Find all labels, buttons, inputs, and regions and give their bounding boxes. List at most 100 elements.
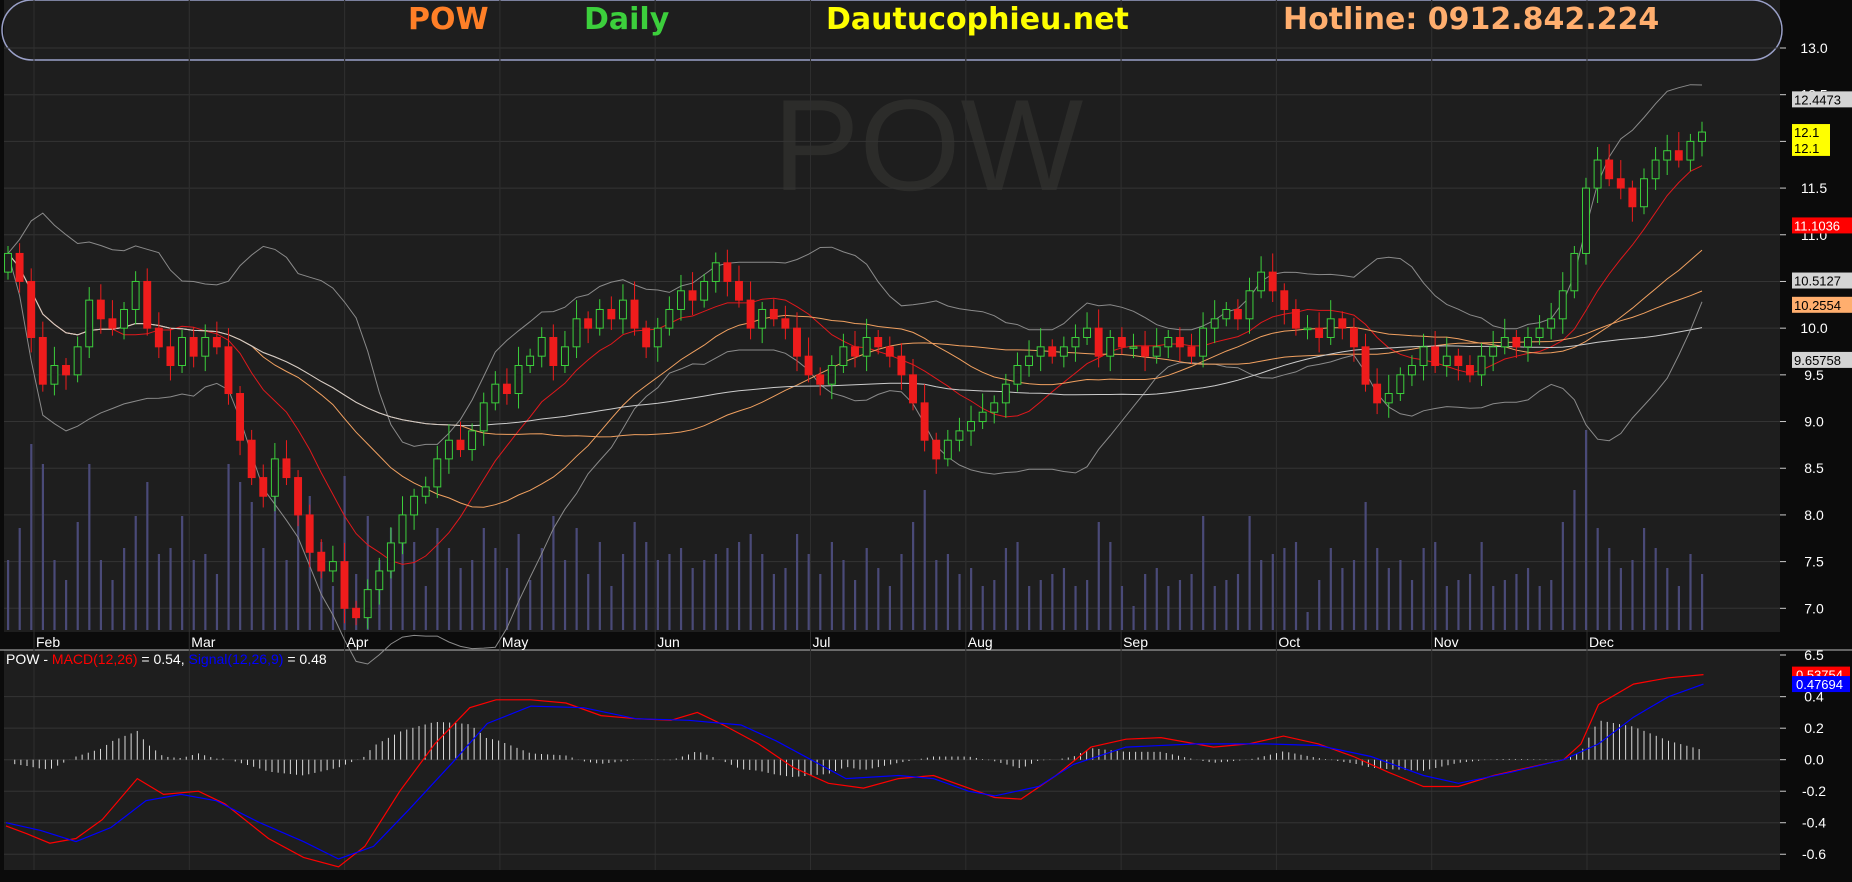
- volume-bar: [784, 568, 787, 630]
- volume-bar: [1341, 568, 1344, 630]
- candle-body: [943, 439, 952, 460]
- candle-body: [1454, 355, 1463, 367]
- month-label: Aug: [968, 634, 993, 650]
- candle-body: [340, 561, 349, 609]
- volume-bar: [679, 548, 683, 630]
- candle-body: [967, 421, 975, 432]
- volume-bar: [1086, 580, 1089, 630]
- candle-body: [120, 308, 128, 329]
- candle-body: [560, 346, 569, 367]
- volume-bar: [1004, 548, 1008, 630]
- candle-body: [1674, 150, 1683, 161]
- candle-body: [1059, 346, 1068, 357]
- volume-bar: [517, 534, 520, 630]
- volume-bar: [30, 444, 33, 630]
- candle-body: [189, 336, 198, 357]
- price-tag-label: 12.4473: [1794, 92, 1841, 107]
- candle-body: [1628, 187, 1637, 208]
- volume-bar: [1062, 568, 1066, 630]
- volume-bar: [1306, 612, 1309, 630]
- candle-body: [73, 346, 82, 376]
- volume-bar: [88, 464, 91, 630]
- volume-bar: [1410, 580, 1414, 630]
- volume-bar: [1538, 586, 1541, 630]
- volume-bar: [993, 580, 996, 630]
- volume-bar: [575, 528, 578, 630]
- volume-bar: [1631, 560, 1634, 630]
- candle-body: [1280, 290, 1289, 310]
- hotline-title: Hotline: 0912.842.224: [1283, 2, 1660, 37]
- volume-bar: [1573, 490, 1576, 630]
- volume-bar: [285, 560, 288, 630]
- volume-bar: [169, 548, 172, 630]
- volume-bar: [1028, 586, 1031, 630]
- month-label: Apr: [347, 634, 369, 650]
- candle-body: [1651, 159, 1660, 180]
- candle-body: [259, 477, 268, 497]
- candle-body: [491, 383, 500, 404]
- symbol-title: POW: [408, 2, 489, 37]
- candle-body: [131, 280, 140, 310]
- volume-bar: [18, 528, 21, 630]
- volume-bar: [1584, 430, 1588, 630]
- volume-bar: [1120, 586, 1124, 630]
- volume-bar: [749, 534, 752, 630]
- volume-bar: [645, 542, 648, 630]
- volume-bar: [691, 568, 694, 630]
- candle-body: [990, 402, 999, 413]
- volume-bar: [1399, 560, 1402, 630]
- macd-legend: POW - MACD(12,26) = 0.54, Signal(12,26,9…: [6, 651, 327, 667]
- month-label: Dec: [1589, 634, 1614, 650]
- volume-bar: [7, 560, 10, 630]
- candle-body: [1071, 336, 1080, 348]
- candle-body: [1640, 178, 1648, 208]
- volume-bar: [946, 554, 950, 630]
- candle-body: [85, 299, 94, 348]
- candle-body: [793, 327, 801, 357]
- volume-bar: [1387, 568, 1390, 630]
- volume-bar: [227, 464, 230, 630]
- candle-body: [212, 336, 221, 348]
- macd-tags: 0.537540.47694: [1792, 666, 1850, 693]
- macd-tick-label: -0.4: [1802, 815, 1826, 831]
- candle-body: [630, 299, 639, 329]
- candle-body: [236, 393, 245, 441]
- price-tick-label: 10.0: [1800, 320, 1827, 336]
- volume-bar: [1155, 568, 1158, 630]
- period-title: Daily: [584, 2, 670, 37]
- price-tag-label: 9.65758: [1794, 353, 1841, 368]
- volume-bar: [204, 554, 207, 630]
- candle-body: [537, 336, 546, 357]
- month-label: Nov: [1434, 634, 1459, 650]
- candle-body: [735, 280, 743, 301]
- candle-body: [1431, 346, 1440, 367]
- candle-body: [1129, 346, 1138, 349]
- candle-body: [1094, 327, 1103, 357]
- candle-body: [468, 430, 477, 451]
- volume-bar: [819, 574, 822, 630]
- candle-body: [1477, 355, 1486, 376]
- candle-body: [62, 365, 70, 376]
- candle-body: [1384, 393, 1393, 404]
- volume-bar: [737, 542, 741, 630]
- price-tick-label: 7.0: [1804, 600, 1824, 616]
- candle-body: [1663, 150, 1672, 161]
- candle-body: [282, 458, 291, 479]
- candle-body: [1361, 346, 1370, 385]
- candle-body: [398, 514, 407, 544]
- volume-bar: [111, 580, 114, 630]
- candle-body: [758, 308, 767, 329]
- volume-bar: [1654, 548, 1657, 630]
- candle-body: [723, 262, 732, 282]
- candle-body: [572, 318, 581, 348]
- candle-body: [50, 365, 59, 385]
- volume-bar: [1515, 574, 1518, 630]
- volume-bar: [76, 522, 79, 630]
- volume-bar: [1642, 528, 1646, 630]
- candle-body: [363, 589, 372, 619]
- candle-body: [1175, 336, 1184, 348]
- volume-bar: [262, 548, 265, 630]
- candle-body: [909, 374, 917, 404]
- volume-bar: [215, 574, 219, 630]
- candle-body: [479, 402, 488, 432]
